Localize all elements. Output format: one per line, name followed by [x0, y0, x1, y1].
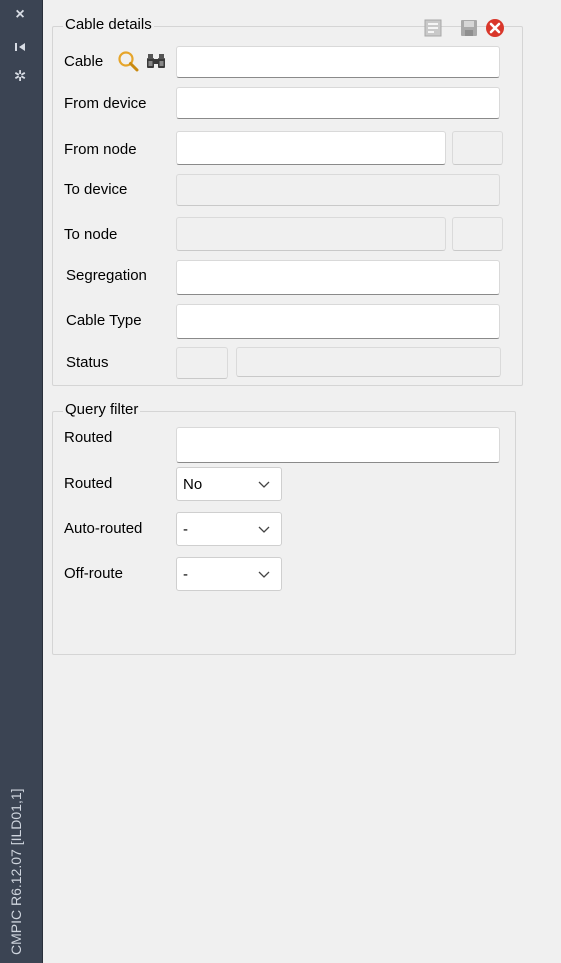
to-node-label: To node: [64, 226, 118, 243]
pin-icon[interactable]: [9, 38, 31, 56]
segregation-label: Segregation: [66, 267, 147, 284]
segregation-input-text[interactable]: [177, 261, 499, 294]
cable-input-text[interactable]: [177, 47, 499, 77]
to-device-label: To device: [64, 181, 128, 198]
to-node-picker-button: [452, 217, 503, 251]
off-route-select[interactable]: -: [176, 557, 282, 591]
chevron-down-icon: [258, 526, 270, 533]
query-filter-legend: Query filter: [63, 401, 141, 418]
auto-routed-label: Auto-routed: [64, 520, 143, 537]
cable-input[interactable]: [176, 46, 500, 78]
cable-label: Cable: [64, 53, 104, 70]
from-device-input-text[interactable]: [177, 88, 499, 118]
off-route-select-value: -: [183, 566, 188, 583]
cable-type-input-text[interactable]: [177, 305, 499, 338]
segregation-input[interactable]: [176, 260, 500, 295]
from-node-input[interactable]: [176, 131, 446, 165]
cable-details-legend: Cable details: [63, 16, 154, 33]
sidebar-title: CMPIC R6.12.07 [ILD01,1]: [8, 788, 24, 955]
close-form-icon[interactable]: [485, 18, 505, 38]
from-node-input-text[interactable]: [177, 132, 445, 164]
close-icon[interactable]: ×: [9, 6, 31, 24]
to-node-input: [176, 217, 446, 251]
status-label: Status: [66, 354, 109, 371]
status-text-box: [236, 347, 501, 377]
auto-routed-select-value: -: [183, 521, 188, 538]
routed-select[interactable]: No: [176, 467, 282, 501]
gear-icon[interactable]: ✲: [9, 68, 31, 86]
chevron-down-icon: [258, 481, 270, 488]
chevron-down-icon: [258, 571, 270, 578]
from-device-input[interactable]: [176, 87, 500, 119]
from-device-label: From device: [64, 95, 147, 112]
main-panel: Cable details Cable From device From nod…: [43, 0, 561, 963]
routed-select-value: No: [183, 476, 203, 493]
form-icon[interactable]: [423, 18, 443, 38]
routed-text-input[interactable]: [176, 427, 500, 463]
cable-type-input[interactable]: [176, 304, 500, 339]
routed-label: Routed: [64, 475, 113, 492]
off-route-label: Off-route: [64, 565, 123, 582]
cable-type-label: Cable Type: [66, 312, 142, 329]
from-node-picker-button[interactable]: [452, 131, 503, 165]
save-icon[interactable]: [459, 18, 479, 38]
to-device-input: [176, 174, 500, 206]
binoculars-icon[interactable]: [144, 50, 168, 72]
routed-text-input-text[interactable]: [177, 428, 499, 462]
from-node-label: From node: [64, 141, 137, 158]
sidebar: × ✲ CMPIC R6.12.07 [ILD01,1]: [0, 0, 43, 963]
search-icon[interactable]: [117, 50, 141, 72]
status-code-box: [176, 347, 228, 379]
routed-text-label: Routed: [64, 429, 113, 446]
auto-routed-select[interactable]: -: [176, 512, 282, 546]
